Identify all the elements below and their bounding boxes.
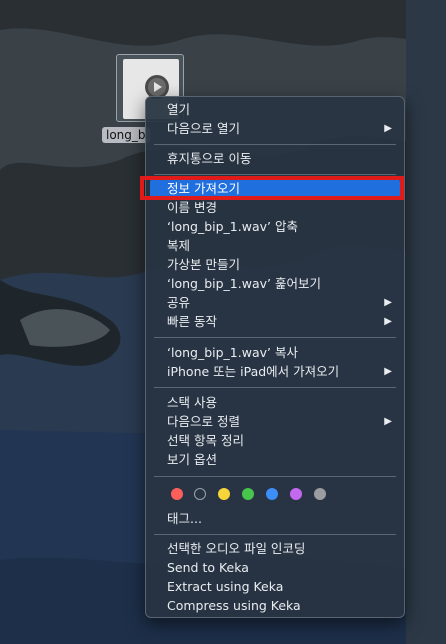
menu-divider <box>154 387 396 388</box>
menu-item-label: 선택한 오디오 파일 인코딩 <box>167 541 306 556</box>
context-menu: 열기 다음으로 열기 ▶ 휴지통으로 이동 정보 가져오기 이름 변경 ‘long… <box>145 96 405 618</box>
menu-item-compress[interactable]: ‘long_bip_1.wav’ 압축 <box>150 217 400 236</box>
chevron-right-icon: ▶ <box>384 316 392 327</box>
menu-item-label: 이름 변경 <box>167 200 217 215</box>
chevron-right-icon: ▶ <box>384 366 392 377</box>
menu-item-share[interactable]: 공유 ▶ <box>150 293 400 312</box>
menu-divider <box>154 337 396 338</box>
file-name-label[interactable]: long_b <box>102 127 150 143</box>
highlight-annotation-box <box>140 176 404 200</box>
menu-item-label: Send to Keka <box>167 560 249 575</box>
menu-item-label: 보기 옵션 <box>167 452 217 467</box>
tag-yellow-dot[interactable] <box>218 488 230 500</box>
menu-divider <box>154 534 396 535</box>
menu-item-move-to-trash[interactable]: 휴지통으로 이동 <box>150 149 400 168</box>
menu-item-rename[interactable]: 이름 변경 <box>150 198 400 217</box>
menu-item-label: 휴지통으로 이동 <box>167 151 252 166</box>
menu-item-label: ‘long_bip_1.wav’ 훑어보기 <box>167 276 321 291</box>
tag-none-dot[interactable] <box>194 488 206 500</box>
menu-item-label: 공유 <box>167 295 191 310</box>
menu-item-make-alias[interactable]: 가상본 만들기 <box>150 255 400 274</box>
menu-item-send-to-keka[interactable]: Send to Keka <box>150 558 400 577</box>
tag-purple-dot[interactable] <box>290 488 302 500</box>
menu-divider <box>154 144 396 145</box>
menu-item-quick-actions[interactable]: 빠른 동작 ▶ <box>150 312 400 331</box>
menu-item-label: 빠른 동작 <box>167 314 217 329</box>
menu-item-clean-up-selection[interactable]: 선택 항목 정리 <box>150 431 400 450</box>
menu-item-label: Compress using Keka <box>167 598 301 613</box>
tag-blue-dot[interactable] <box>266 488 278 500</box>
menu-item-import-from-iphone[interactable]: iPhone 또는 iPad에서 가져오기 ▶ <box>150 362 400 381</box>
menu-divider <box>154 476 396 477</box>
menu-item-label: 선택 항목 정리 <box>167 433 244 448</box>
menu-item-label: ‘long_bip_1.wav’ 복사 <box>167 345 298 360</box>
menu-item-label: 다음으로 열기 <box>167 121 240 136</box>
menu-item-label: iPhone 또는 iPad에서 가져오기 <box>167 364 340 379</box>
menu-item-label: 가상본 만들기 <box>167 257 240 272</box>
menu-item-use-stacks[interactable]: 스택 사용 <box>150 393 400 412</box>
menu-item-label: ‘long_bip_1.wav’ 압축 <box>167 219 298 234</box>
menu-item-quick-look[interactable]: ‘long_bip_1.wav’ 훑어보기 <box>150 274 400 293</box>
chevron-right-icon: ▶ <box>384 123 392 134</box>
menu-item-encode-audio[interactable]: 선택한 오디오 파일 인코딩 <box>150 539 400 558</box>
menu-item-label: 태그... <box>167 511 202 526</box>
menu-item-show-view-options[interactable]: 보기 옵션 <box>150 450 400 469</box>
menu-item-label: Extract using Keka <box>167 579 284 594</box>
tag-gray-dot[interactable] <box>314 488 326 500</box>
menu-item-label: 열기 <box>167 102 191 117</box>
menu-item-tags[interactable]: 태그... <box>150 509 400 528</box>
menu-divider <box>154 174 396 175</box>
menu-item-sort-by[interactable]: 다음으로 정렬 ▶ <box>150 412 400 431</box>
chevron-right-icon: ▶ <box>384 297 392 308</box>
tag-red-dot[interactable] <box>171 488 183 500</box>
menu-item-duplicate[interactable]: 복제 <box>150 236 400 255</box>
tag-green-dot[interactable] <box>242 488 254 500</box>
menu-item-label: 복제 <box>167 238 191 253</box>
menu-item-copy[interactable]: ‘long_bip_1.wav’ 복사 <box>150 343 400 362</box>
menu-item-compress-using-keka[interactable]: Compress using Keka <box>150 596 400 615</box>
menu-item-label: 다음으로 정렬 <box>167 414 240 429</box>
menu-item-extract-using-keka[interactable]: Extract using Keka <box>150 577 400 596</box>
menu-item-open-with[interactable]: 다음으로 열기 ▶ <box>150 119 400 138</box>
menu-item-label: 스택 사용 <box>167 395 217 410</box>
menu-item-open[interactable]: 열기 <box>150 100 400 119</box>
chevron-right-icon: ▶ <box>384 416 392 427</box>
